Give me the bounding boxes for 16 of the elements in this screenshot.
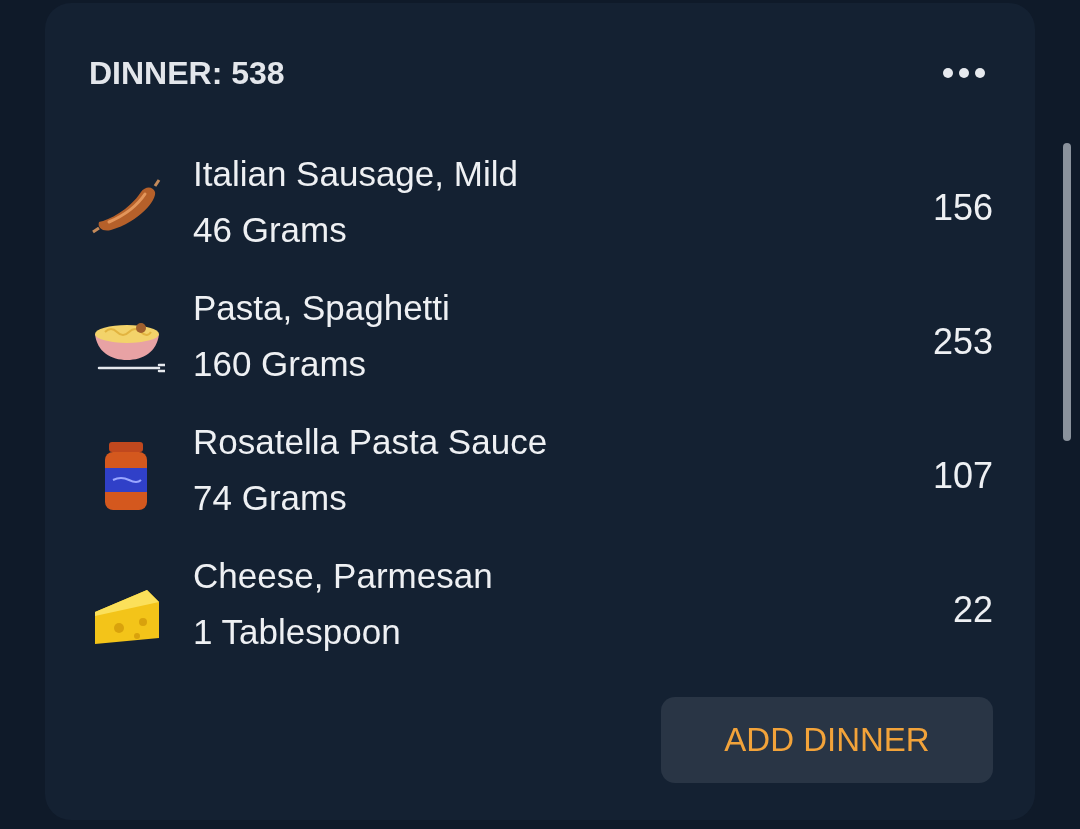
food-name[interactable]: Pasta, Spaghetti xyxy=(193,285,933,331)
add-dinner-button[interactable]: ADD DINNER xyxy=(661,697,993,783)
food-name[interactable]: Rosatella Pasta Sauce xyxy=(193,419,933,465)
food-name[interactable]: Cheese, Parmesan xyxy=(193,553,953,599)
calorie-count: 253 xyxy=(932,321,993,363)
calorie-count: 107 xyxy=(932,455,993,497)
meal-title: DINNER: 538 xyxy=(89,54,285,92)
serving-amount: 1 Tablespoon xyxy=(193,611,402,653)
serving-amount: 46 Grams xyxy=(193,209,348,251)
more-icon[interactable] xyxy=(942,67,986,79)
calorie-count: 22 xyxy=(952,589,993,631)
serving-amount: 74 Grams xyxy=(193,477,348,519)
food-name[interactable]: Italian Sausage, Mild xyxy=(193,151,933,197)
serving-amount: 160 Grams xyxy=(193,343,368,385)
calorie-count: 156 xyxy=(932,187,993,229)
scrollbar[interactable] xyxy=(1063,143,1071,441)
